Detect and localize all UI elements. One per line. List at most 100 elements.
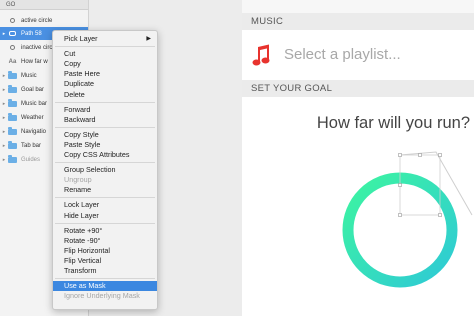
menu-item-label: Rotate +90°: [64, 225, 103, 235]
folder-icon: [8, 113, 17, 121]
disclosure-triangle-icon[interactable]: ▸: [0, 157, 8, 163]
menu-separator: [55, 197, 155, 199]
menu-item-forward[interactable]: Forward: [53, 105, 157, 115]
menu-item-label: Ungroup: [64, 175, 92, 185]
menu-item-label: Copy Style: [64, 129, 99, 139]
menu-item-label: Ignore Underlying Mask: [64, 291, 140, 301]
disclosure-triangle-icon[interactable]: ▸: [0, 87, 8, 93]
disclosure-triangle-icon[interactable]: ▸: [0, 129, 8, 135]
folder-icon: [8, 155, 17, 163]
playlist-select[interactable]: Select a playlist...: [284, 46, 401, 63]
folder-icon: [8, 71, 17, 79]
menu-item-backward[interactable]: Backward: [53, 115, 157, 125]
menu-item-copy[interactable]: Copy: [53, 59, 157, 69]
shape-icon: [8, 30, 17, 37]
disclosure-triangle-icon[interactable]: ▸: [0, 101, 8, 107]
menu-separator: [55, 126, 155, 128]
layer-name: active circle: [21, 17, 53, 24]
menu-item-rename[interactable]: Rename: [53, 185, 157, 195]
menu-item-cut[interactable]: Cut: [53, 49, 157, 59]
menu-item-label: Group Selection: [64, 165, 116, 175]
menu-item-duplicate[interactable]: Duplicate: [53, 79, 157, 89]
menu-item-label: Lock Layer: [64, 200, 100, 210]
layer-name: Guides: [21, 156, 41, 163]
folder-icon: [8, 99, 17, 107]
layer-name: How far w: [21, 58, 48, 65]
menu-item-paste-style[interactable]: Paste Style: [53, 140, 157, 150]
layer-name: Music: [21, 72, 37, 79]
menu-item-label: Delete: [64, 89, 85, 99]
disclosure-triangle-icon[interactable]: ▸: [0, 143, 8, 149]
menu-item-delete[interactable]: Delete: [53, 90, 157, 100]
layer-name: Music bar: [21, 100, 48, 107]
selection-handle[interactable]: [398, 153, 402, 157]
folder-icon: [8, 127, 17, 135]
folder-icon: [8, 85, 17, 93]
disclosure-triangle-icon[interactable]: ▸: [0, 31, 8, 37]
music-section-header: MUSIC: [242, 13, 474, 30]
selection-handle[interactable]: [418, 153, 422, 157]
folder-icon: [8, 141, 17, 149]
layer-name: Goal bar: [21, 86, 45, 93]
menu-item-rotate-90[interactable]: Rotate +90°: [53, 226, 157, 236]
music-note-icon: [252, 44, 270, 66]
menu-item-pick-layer[interactable]: Pick Layer ▶: [53, 34, 157, 44]
menu-item-label: Forward: [64, 104, 91, 114]
menu-item-flip-vertical[interactable]: Flip Vertical: [53, 256, 157, 266]
artboard[interactable]: MUSIC Select a playlist... SET YOUR GOAL…: [242, 0, 474, 316]
menu-separator: [55, 222, 155, 224]
menu-item-label: Flip Vertical: [64, 255, 102, 265]
menu-item-label: Use as Mask: [64, 281, 106, 291]
selection-handle[interactable]: [438, 153, 442, 157]
menu-item-group-selection[interactable]: Group Selection: [53, 165, 157, 175]
menu-item-label: Flip Horizontal: [64, 245, 110, 255]
menu-item-label: Copy CSS Attributes: [64, 150, 130, 159]
disclosure-triangle-icon[interactable]: ▸: [0, 73, 8, 79]
layer-name: Tab bar: [21, 142, 42, 149]
menu-separator: [55, 46, 155, 48]
menu-item-label: Paste Style: [64, 139, 101, 149]
goal-section-header: SET YOUR GOAL: [242, 80, 474, 97]
menu-item-label: Rename: [64, 185, 92, 195]
menu-item-use-as-mask[interactable]: Use as Mask: [53, 281, 157, 292]
menu-item-label: Paste Here: [64, 69, 100, 79]
menu-item-lock-layer[interactable]: Lock Layer: [53, 200, 157, 210]
menu-item-label: Pick Layer: [64, 34, 98, 43]
menu-item-paste-here[interactable]: Paste Here: [53, 69, 157, 79]
menu-separator: [55, 278, 155, 280]
selection-handle[interactable]: [438, 213, 442, 217]
circle-icon: [8, 17, 17, 24]
menu-item-label: Backward: [64, 114, 96, 124]
menu-item-label: Rotate -90°: [64, 235, 101, 245]
menu-item-transform[interactable]: Transform: [53, 266, 157, 276]
submenu-arrow-icon: ▶: [146, 36, 151, 42]
menu-item-hide-layer[interactable]: Hide Layer: [53, 211, 157, 221]
disclosure-triangle-icon[interactable]: ▸: [0, 115, 8, 121]
menu-item-copy-css-attributes[interactable]: Copy CSS Attributes: [53, 150, 157, 160]
layer-name: inactive circ: [21, 44, 53, 51]
goal-header-label: SET YOUR GOAL: [251, 83, 333, 94]
menu-item-copy-style[interactable]: Copy Style: [53, 130, 157, 140]
circle-icon: [8, 44, 17, 51]
menu-item-label: Transform: [64, 266, 97, 275]
menu-item-ungroup: Ungroup: [53, 175, 157, 185]
layers-group-header[interactable]: GO: [0, 0, 88, 10]
layer-row[interactable]: active circle: [0, 14, 88, 27]
menu-item-rotate-90[interactable]: Rotate -90°: [53, 236, 157, 246]
goal-question: How far will you run?: [316, 114, 470, 132]
layer-name: Path 58: [21, 30, 42, 37]
status-strip: [242, 0, 474, 13]
layer-name: Navigatio: [21, 128, 47, 135]
selection-handle[interactable]: [398, 213, 402, 217]
menu-separator: [55, 162, 155, 164]
menu-item-flip-horizontal[interactable]: Flip Horizontal: [53, 246, 157, 256]
text-icon: Aa: [8, 58, 17, 65]
selection-handle[interactable]: [398, 183, 402, 187]
menu-separator: [55, 101, 155, 103]
menu-item-label: Hide Layer: [64, 210, 99, 220]
group-name: GO: [6, 1, 16, 8]
layer-name: Weather: [21, 114, 44, 121]
menu-item-label: Duplicate: [64, 79, 94, 89]
goal-ring-graphic[interactable]: [242, 140, 474, 316]
menu-item-label: Cut: [64, 49, 76, 59]
